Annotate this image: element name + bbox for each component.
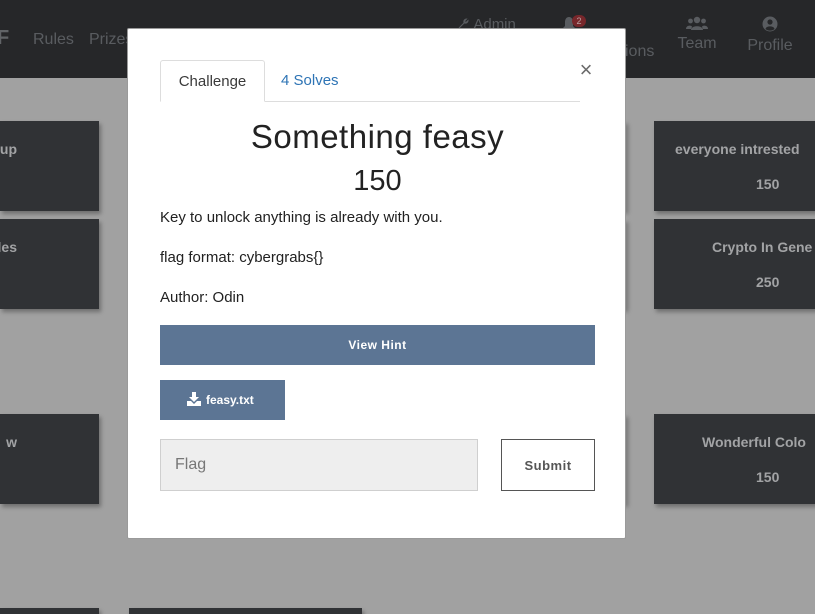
view-hint-button[interactable]: View Hint bbox=[160, 325, 595, 365]
tab-solves[interactable]: 4 Solves bbox=[281, 60, 339, 102]
tab-challenge[interactable]: Challenge bbox=[160, 60, 265, 102]
challenge-modal: × Challenge 4 Solves Something feasy 150… bbox=[127, 28, 626, 539]
challenge-points: 150 bbox=[353, 165, 402, 197]
challenge-author: Author: Odin bbox=[160, 289, 245, 306]
challenge-description-line: flag format: cybergrabs{} bbox=[160, 249, 324, 266]
flag-input[interactable] bbox=[160, 439, 478, 491]
challenge-description-line: Key to unlock anything is already with y… bbox=[160, 209, 443, 226]
submit-button[interactable]: Submit bbox=[501, 439, 595, 491]
download-file-button[interactable]: feasy.txt bbox=[160, 380, 285, 420]
download-icon bbox=[187, 392, 201, 406]
challenge-title: Something feasy bbox=[250, 118, 505, 155]
download-file-label: feasy.txt bbox=[206, 393, 254, 407]
modal-tabs: Challenge 4 Solves bbox=[160, 60, 580, 102]
